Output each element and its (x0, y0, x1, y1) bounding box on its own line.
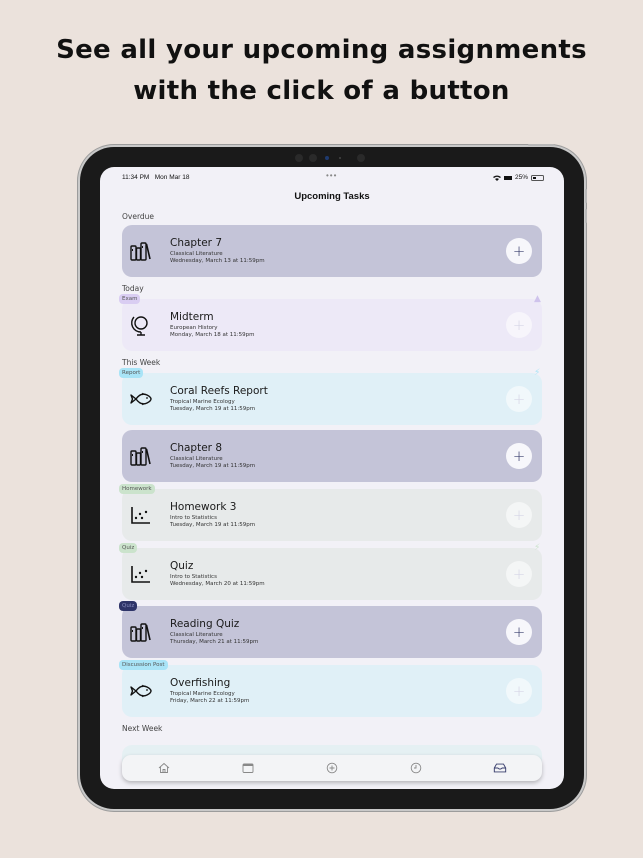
headline-line-1: See all your upcoming assignments (56, 35, 587, 65)
task-due-date: Wednesday, March 13 at 11:59pm (170, 258, 265, 264)
lightning-icon: ⚡ (534, 368, 541, 378)
tab-add[interactable] (325, 761, 339, 775)
camera-bar (295, 153, 375, 163)
tab-home[interactable] (157, 761, 171, 775)
task-card[interactable]: Overfishing Tropical Marine Ecology Friday… (122, 665, 542, 717)
volume-down-button (585, 209, 587, 223)
task-due-date: Thursday, March 21 at 11:59pm (170, 639, 259, 645)
task-title: Midterm (170, 311, 214, 323)
plus-icon: + (512, 447, 526, 465)
task-due-date: Monday, March 18 at 11:59pm (170, 332, 255, 338)
tab-inbox[interactable] (493, 761, 507, 775)
task-title: Chapter 8 (170, 442, 222, 454)
plus-icon: + (512, 242, 526, 260)
task-card[interactable]: Quiz Intro to Statistics Wednesday, March … (122, 548, 542, 600)
tab-bar (122, 755, 542, 781)
books-icon (129, 239, 153, 263)
task-type-badge: Homework (119, 484, 155, 494)
task-course: Intro to Statistics (170, 574, 217, 580)
task-due-date: Friday, March 22 at 11:59pm (170, 698, 250, 704)
status-time: 11:34 PM Mon Mar 18 (122, 174, 190, 181)
plus-icon: + (512, 506, 526, 524)
add-button[interactable]: + (506, 561, 532, 587)
task-title: Reading Quiz (170, 618, 240, 630)
fish-icon (129, 679, 153, 703)
task-type-badge: Exam (119, 294, 141, 304)
inbox-icon (493, 763, 507, 773)
task-due-date: Tuesday, March 19 at 11:59pm (170, 406, 256, 412)
scatter-plot-icon (129, 503, 153, 527)
lightning-icon: ⚡ (534, 543, 541, 553)
volume-up-button (585, 189, 587, 203)
calendar-icon (242, 763, 254, 773)
add-button[interactable]: + (506, 238, 532, 264)
clock-icon (410, 762, 422, 774)
app-screen: 11:34 PM Mon Mar 18 ••• 25% Upcoming Tas… (100, 167, 564, 789)
warning-icon: ▲ (534, 294, 541, 304)
task-title: Coral Reefs Report (170, 385, 268, 397)
globe-icon (129, 313, 153, 337)
add-button[interactable]: + (506, 443, 532, 469)
page-title: Upcoming Tasks (294, 191, 370, 202)
task-title: Chapter 7 (170, 237, 222, 249)
task-card[interactable]: Reading Quiz Classical Literature Thursday… (122, 606, 542, 658)
add-button[interactable]: + (506, 502, 532, 528)
task-title: Quiz (170, 560, 194, 572)
task-course: Tropical Marine Ecology (170, 691, 235, 697)
promo-headline: See all your upcoming assignments with t… (0, 30, 643, 112)
task-course: Classical Literature (170, 251, 223, 257)
section-today: Today (122, 284, 144, 293)
plus-icon: + (512, 316, 526, 334)
task-due-date: Wednesday, March 20 at 11:59pm (170, 581, 265, 587)
task-card[interactable]: Homework 3 Intro to Statistics Tuesday, Ma… (122, 489, 542, 541)
task-type-badge: Quiz (119, 601, 138, 611)
section-next-week: Next Week (122, 724, 163, 733)
task-type-badge: Quiz (119, 543, 138, 553)
task-card[interactable]: Chapter 7 Classical Literature Wednesday, … (122, 225, 542, 277)
task-due-date: Tuesday, March 19 at 11:59pm (170, 463, 256, 469)
plus-icon: + (512, 623, 526, 641)
add-button[interactable]: + (506, 678, 532, 704)
section-this-week: This Week (122, 358, 161, 367)
ipad-frame: 11:34 PM Mon Mar 18 ••• 25% Upcoming Tas… (80, 144, 587, 809)
task-course: European History (170, 325, 218, 331)
multitasking-dots[interactable]: ••• (326, 171, 337, 180)
task-course: Tropical Marine Ecology (170, 399, 235, 405)
task-due-date: Tuesday, March 19 at 11:59pm (170, 522, 256, 528)
tab-calendar[interactable] (241, 761, 255, 775)
headline-line-2: with the click of a button (133, 76, 510, 106)
add-button[interactable]: + (506, 386, 532, 412)
cellular-icon (503, 176, 512, 180)
books-icon (129, 620, 153, 644)
task-card[interactable]: Midterm European History Monday, March 18 … (122, 299, 542, 351)
battery-icon (531, 174, 544, 181)
task-course: Intro to Statistics (170, 515, 217, 521)
add-button[interactable]: + (506, 619, 532, 645)
task-course: Classical Literature (170, 632, 223, 638)
scatter-plot-icon (129, 562, 153, 586)
task-course: Classical Literature (170, 456, 223, 462)
task-card[interactable]: Coral Reefs Report Tropical Marine Ecolog… (122, 373, 542, 425)
tab-history[interactable] (409, 761, 423, 775)
books-icon (129, 444, 153, 468)
section-overdue: Overdue (122, 212, 155, 221)
task-title: Overfishing (170, 677, 231, 689)
fish-icon (129, 387, 153, 411)
plus-icon: + (512, 565, 526, 583)
home-icon (158, 762, 170, 773)
task-card[interactable]: Chapter 8 Classical Literature Tuesday, Ma… (122, 430, 542, 482)
task-type-badge: Report (119, 368, 144, 378)
top-button (528, 144, 554, 146)
plus-icon: + (512, 682, 526, 700)
wifi-icon (492, 175, 501, 181)
plus-icon: + (512, 390, 526, 408)
task-type-badge: Discussion Post (119, 660, 168, 670)
add-button[interactable]: + (506, 312, 532, 338)
status-bar: 11:34 PM Mon Mar 18 ••• 25% (100, 171, 564, 185)
task-title: Homework 3 (170, 501, 237, 513)
battery-percent: 25% (514, 174, 528, 181)
add-circle-icon (326, 762, 338, 774)
